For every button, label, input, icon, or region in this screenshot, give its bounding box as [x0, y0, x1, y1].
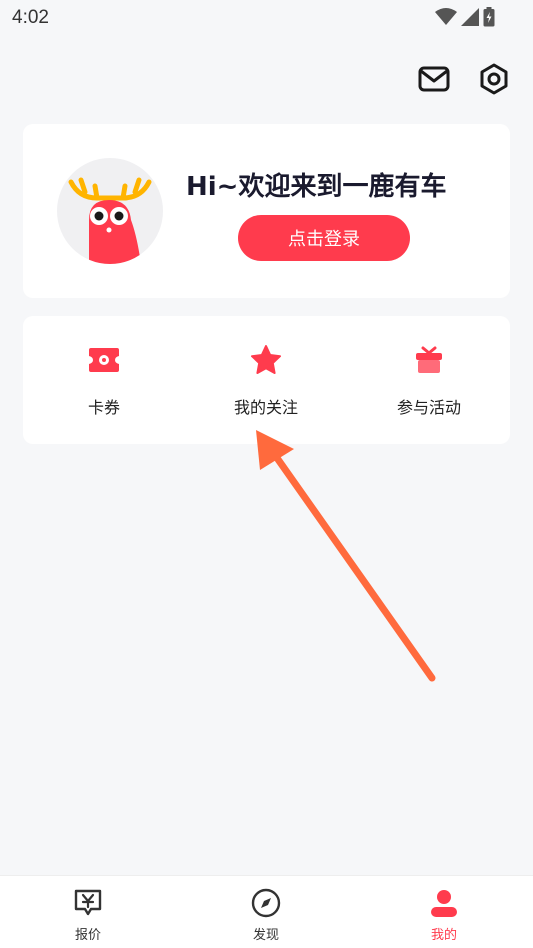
deer-mascot-icon: [68, 177, 152, 264]
settings-icon[interactable]: [477, 62, 511, 96]
menu-item-activities[interactable]: 参与活动: [369, 344, 489, 424]
avatar[interactable]: [57, 158, 163, 264]
battery-icon: [483, 7, 495, 31]
menu-item-label: 参与活动: [396, 398, 461, 417]
menu-card: 卡券 我的关注 参与活动: [23, 316, 510, 444]
top-actions: [417, 62, 511, 96]
bottom-nav: 报价 发现 我的: [0, 875, 533, 948]
signal-icon: [461, 7, 479, 31]
user-icon: [429, 888, 459, 922]
nav-item-discover[interactable]: 发现: [226, 888, 306, 943]
price-tag-icon: [73, 888, 103, 922]
menu-item-label: 卡券: [87, 398, 120, 417]
wifi-icon: [435, 7, 457, 31]
coupon-icon: [88, 344, 120, 376]
status-bar: 4:02: [0, 0, 533, 38]
menu-item-following[interactable]: 我的关注: [206, 344, 326, 424]
mail-icon[interactable]: [417, 62, 451, 96]
menu-item-coupons[interactable]: 卡券: [44, 344, 164, 424]
gift-icon: [413, 344, 445, 376]
nav-label: 报价: [74, 928, 101, 943]
status-time: 4:02: [12, 7, 49, 28]
nav-label: 我的: [430, 928, 457, 943]
compass-icon: [251, 888, 281, 922]
nav-label: 发现: [252, 928, 279, 943]
nav-item-price[interactable]: 报价: [48, 888, 128, 943]
welcome-title: Hi~欢迎来到一鹿有车: [186, 172, 447, 202]
status-icons: [435, 7, 495, 31]
nav-item-mine[interactable]: 我的: [404, 888, 484, 943]
login-button[interactable]: 点击登录: [238, 215, 410, 261]
profile-card: Hi~欢迎来到一鹿有车 点击登录: [23, 124, 510, 298]
menu-item-label: 我的关注: [233, 398, 298, 417]
star-icon: [250, 344, 282, 376]
